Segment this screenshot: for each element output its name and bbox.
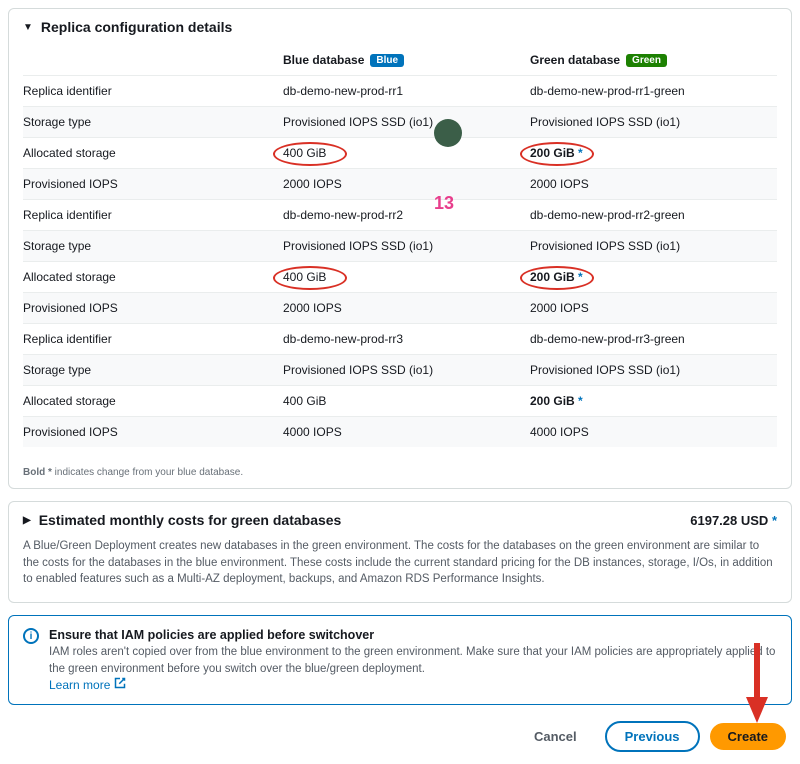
- blue-value: 400 GiB: [283, 394, 530, 408]
- green-value: 200 GiB *: [530, 146, 777, 160]
- badge-green: Green: [626, 54, 667, 67]
- green-value: 2000 IOPS: [530, 177, 777, 191]
- table-row: Allocated storage400 GiB200 GiB *: [23, 385, 777, 416]
- table-row: Replica identifierdb-demo-new-prod-rr2db…: [23, 199, 777, 230]
- previous-button[interactable]: Previous: [605, 721, 700, 752]
- row-label: Storage type: [23, 363, 283, 377]
- annotation-red-oval: [273, 142, 347, 166]
- row-label: Allocated storage: [23, 394, 283, 408]
- table-row: Storage typeProvisioned IOPS SSD (io1)Pr…: [23, 354, 777, 385]
- table-row: Provisioned IOPS2000 IOPS2000 IOPS: [23, 292, 777, 323]
- cost-description: A Blue/Green Deployment creates new data…: [23, 538, 777, 588]
- blue-value: db-demo-new-prod-rr3: [283, 332, 530, 346]
- green-value: 2000 IOPS: [530, 301, 777, 315]
- col-header-blue: Blue database Blue: [283, 53, 530, 67]
- green-value: 4000 IOPS: [530, 425, 777, 439]
- iam-info-box: i Ensure that IAM policies are applied b…: [8, 615, 792, 705]
- info-desc: IAM roles aren't copied over from the bl…: [49, 644, 777, 677]
- external-link-icon: [114, 677, 126, 692]
- row-label: Storage type: [23, 115, 283, 129]
- bold-indicator-hint: Bold * indicates change from your blue d…: [9, 461, 791, 488]
- row-label: Replica identifier: [23, 208, 283, 222]
- green-value: Provisioned IOPS SSD (io1): [530, 363, 777, 377]
- row-label: Allocated storage: [23, 270, 283, 284]
- green-value: db-demo-new-prod-rr2-green: [530, 208, 777, 222]
- table-row: Replica identifierdb-demo-new-prod-rr1db…: [23, 75, 777, 106]
- col-header-green: Green database Green: [530, 53, 777, 67]
- row-label: Replica identifier: [23, 332, 283, 346]
- replica-config-title: Replica configuration details: [41, 19, 232, 35]
- row-label: Storage type: [23, 239, 283, 253]
- blue-value: Provisioned IOPS SSD (io1): [283, 115, 530, 129]
- green-value: 200 GiB *: [530, 270, 777, 284]
- learn-more-link[interactable]: Learn more: [49, 677, 126, 692]
- blue-value: Provisioned IOPS SSD (io1): [283, 363, 530, 377]
- green-value: 200 GiB *: [530, 394, 777, 408]
- table-row: Provisioned IOPS2000 IOPS2000 IOPS: [23, 168, 777, 199]
- cost-section-header[interactable]: ▶ Estimated monthly costs for green data…: [9, 502, 791, 538]
- green-value: Provisioned IOPS SSD (io1): [530, 115, 777, 129]
- cost-amount: 6197.28 USD *: [690, 513, 777, 528]
- row-label: Provisioned IOPS: [23, 425, 283, 439]
- cancel-button[interactable]: Cancel: [516, 723, 595, 750]
- col-green-label: Green database: [530, 53, 620, 67]
- caret-right-icon: ▶: [23, 515, 31, 526]
- table-row: Allocated storage400 GiB200 GiB *: [23, 137, 777, 168]
- blue-value: 4000 IOPS: [283, 425, 530, 439]
- cost-title: Estimated monthly costs for green databa…: [39, 512, 342, 528]
- replica-config-body: Blue database Blue Green database Green …: [9, 45, 791, 461]
- blue-value: db-demo-new-prod-rr1: [283, 84, 530, 98]
- create-button[interactable]: Create: [710, 723, 786, 750]
- blue-value: 400 GiB: [283, 146, 530, 160]
- replica-config-section: ▼ Replica configuration details Blue dat…: [8, 8, 792, 489]
- blue-value: db-demo-new-prod-rr2: [283, 208, 530, 222]
- row-label: Provisioned IOPS: [23, 301, 283, 315]
- green-value: db-demo-new-prod-rr3-green: [530, 332, 777, 346]
- annotation-red-oval: [273, 266, 347, 290]
- blue-value: 2000 IOPS: [283, 177, 530, 191]
- col-blue-label: Blue database: [283, 53, 364, 67]
- cost-section: ▶ Estimated monthly costs for green data…: [8, 501, 792, 603]
- row-label: Replica identifier: [23, 84, 283, 98]
- blue-value: 400 GiB: [283, 270, 530, 284]
- table-row: Allocated storage400 GiB200 GiB *: [23, 261, 777, 292]
- row-label: Allocated storage: [23, 146, 283, 160]
- badge-blue: Blue: [370, 54, 404, 67]
- blue-value: Provisioned IOPS SSD (io1): [283, 239, 530, 253]
- row-label: Provisioned IOPS: [23, 177, 283, 191]
- table-row: Storage typeProvisioned IOPS SSD (io1)Pr…: [23, 106, 777, 137]
- table-row: Replica identifierdb-demo-new-prod-rr3db…: [23, 323, 777, 354]
- info-icon: i: [23, 628, 39, 644]
- caret-down-icon: ▼: [23, 22, 33, 33]
- blue-value: 2000 IOPS: [283, 301, 530, 315]
- info-title: Ensure that IAM policies are applied bef…: [49, 628, 777, 642]
- green-value: db-demo-new-prod-rr1-green: [530, 84, 777, 98]
- replica-config-header[interactable]: ▼ Replica configuration details: [9, 9, 791, 45]
- table-header-row: Blue database Blue Green database Green: [23, 45, 777, 75]
- footer-actions: Cancel Previous Create: [8, 717, 792, 756]
- green-value: Provisioned IOPS SSD (io1): [530, 239, 777, 253]
- table-row: Storage typeProvisioned IOPS SSD (io1)Pr…: [23, 230, 777, 261]
- table-row: Provisioned IOPS4000 IOPS4000 IOPS: [23, 416, 777, 447]
